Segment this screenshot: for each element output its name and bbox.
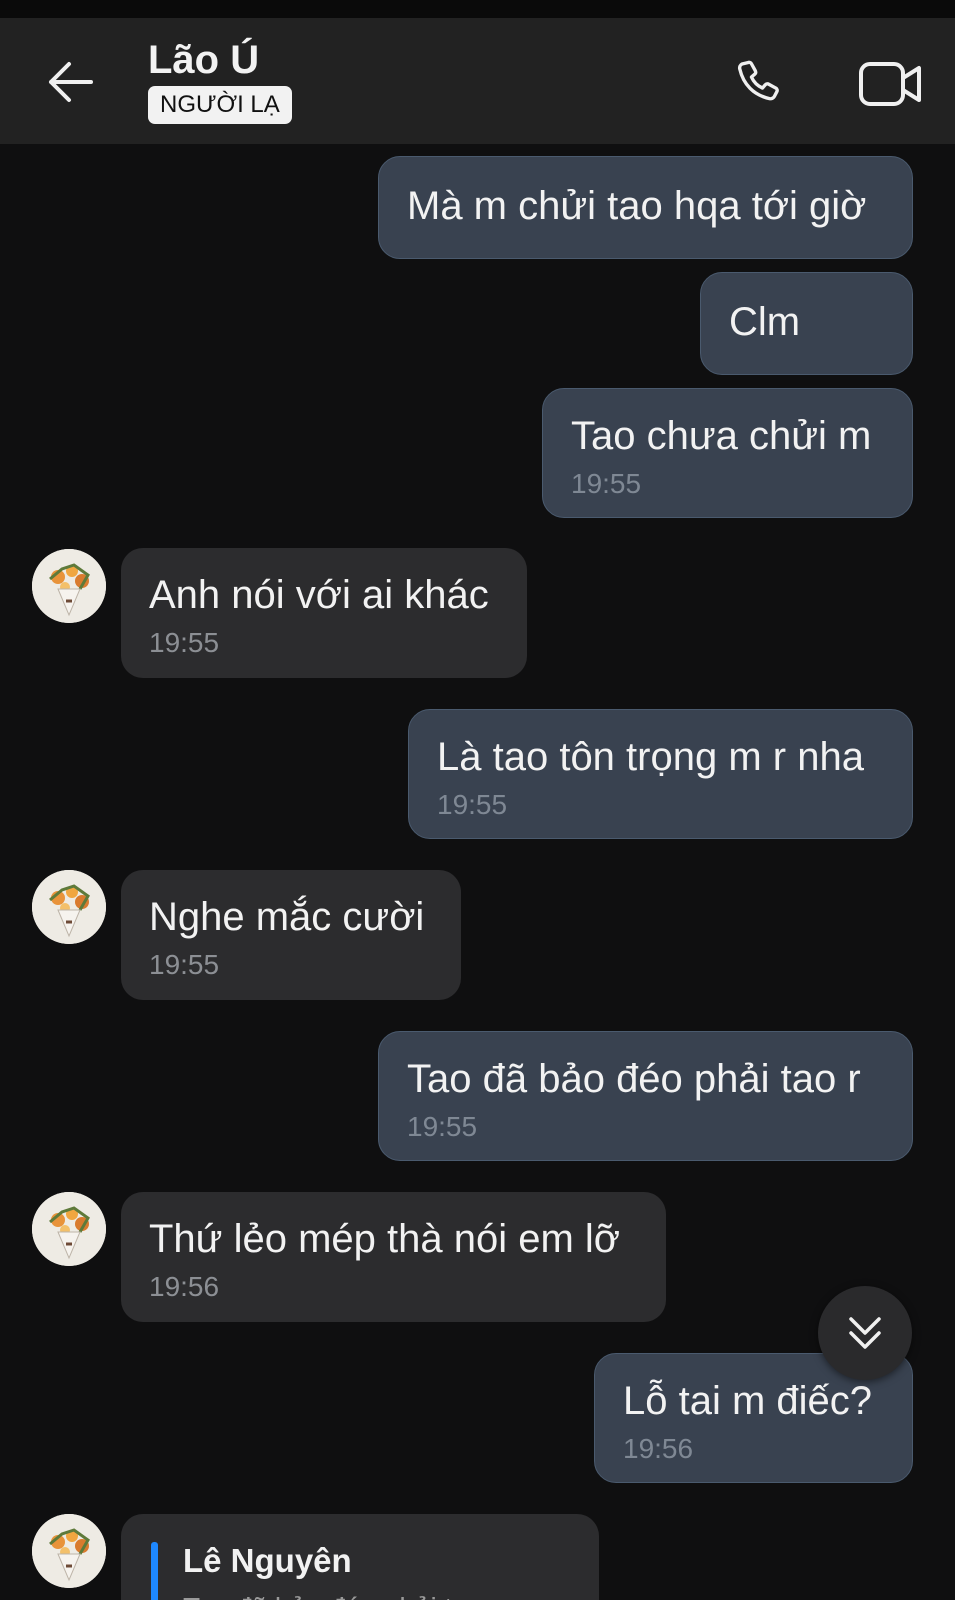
message-text: Mà m chửi tao hqa tới giờ — [407, 184, 867, 228]
avatar-bouquet-icon — [32, 1192, 106, 1266]
message-text: Thứ lẻo mép thà nói em lỡ — [149, 1217, 620, 1261]
message-text: Tao đã bảo đéo phải tao r — [407, 1057, 861, 1101]
message-text: Lỗ tai m điếc? — [623, 1379, 873, 1423]
voice-call-button[interactable] — [730, 56, 790, 112]
message-text: Anh nói với ai khác — [149, 573, 489, 617]
message-bubble-incoming[interactable]: Anh nói với ai khác 19:55 — [121, 548, 527, 678]
message-bubble-outgoing[interactable]: Tao chưa chửi m 19:55 — [542, 388, 913, 518]
message-time: 19:55 — [407, 1111, 478, 1142]
quoted-sender-name: Lê Nguyên — [183, 1542, 352, 1579]
message-time: 19:55 — [149, 627, 220, 658]
avatar[interactable] — [32, 1514, 106, 1588]
message-bubble-outgoing[interactable]: Là tao tôn trọng m r nha 19:55 — [408, 709, 913, 839]
chat-header: Lão Ú NGƯỜI LẠ — [0, 18, 955, 144]
quoted-message-preview: Tao đã bảo đéo phải tao r — [183, 1592, 501, 1600]
contact-name[interactable]: Lão Ú — [148, 38, 259, 83]
avatar[interactable] — [32, 1192, 106, 1266]
message-text: Clm — [729, 300, 801, 344]
stranger-badge: NGƯỜI LẠ — [148, 86, 292, 124]
avatar[interactable] — [32, 870, 106, 944]
message-bubble-outgoing[interactable]: Tao đã bảo đéo phải tao r 19:55 — [378, 1031, 913, 1161]
video-camera-icon — [859, 62, 921, 106]
avatar-bouquet-icon — [32, 549, 106, 623]
message-bubble-incoming[interactable]: Thứ lẻo mép thà nói em lỡ 19:56 — [121, 1192, 666, 1322]
message-time: 19:55 — [149, 949, 220, 980]
message-list[interactable]: Mà m chửi tao hqa tới giờ Clm Tao chưa c… — [0, 144, 955, 1600]
chevron-double-down-icon — [849, 1317, 881, 1349]
back-arrow-icon — [49, 62, 93, 102]
message-bubble-outgoing[interactable]: Mà m chửi tao hqa tới giờ — [378, 156, 913, 259]
message-time: 19:55 — [571, 468, 642, 499]
quote-accent-bar — [151, 1542, 158, 1600]
video-call-button[interactable] — [855, 56, 927, 112]
message-bubble-outgoing[interactable]: Clm — [700, 272, 913, 375]
message-text: Nghe mắc cười — [149, 895, 425, 939]
status-strip — [0, 0, 955, 18]
reply-message-bubble[interactable]: Lê Nguyên Tao đã bảo đéo phải tao r — [121, 1514, 599, 1600]
message-time: 19:56 — [623, 1433, 694, 1464]
message-text: Tao chưa chửi m — [571, 414, 872, 458]
message-bubble-incoming[interactable]: Nghe mắc cười 19:55 — [121, 870, 461, 1000]
avatar-bouquet-icon — [32, 870, 106, 944]
message-time: 19:56 — [149, 1271, 220, 1302]
avatar[interactable] — [32, 549, 106, 623]
message-time: 19:55 — [437, 789, 508, 820]
scroll-to-bottom-button[interactable] — [818, 1286, 912, 1380]
avatar-bouquet-icon — [32, 1514, 106, 1588]
back-button[interactable] — [40, 54, 100, 110]
message-text: Là tao tôn trọng m r nha — [437, 735, 864, 779]
phone-icon — [737, 60, 779, 101]
